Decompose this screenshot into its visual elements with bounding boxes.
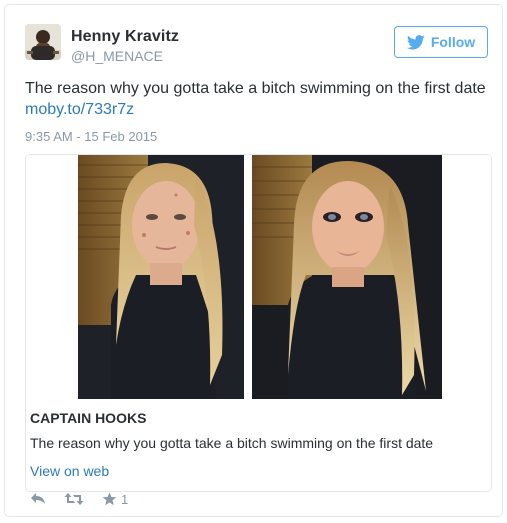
before-after-photo-icon bbox=[78, 155, 442, 399]
retweet-icon bbox=[64, 493, 84, 505]
card-description: The reason why you gotta take a bitch sw… bbox=[30, 435, 434, 451]
link-card[interactable]: CAPTAIN HOOKS The reason why you gotta t… bbox=[25, 154, 492, 492]
tweet-card: Henny Kravitz @H_MENACE Follow The reaso… bbox=[4, 4, 503, 517]
user-handle[interactable]: @H_MENACE bbox=[71, 48, 163, 64]
tweet-text: The reason why you gotta take a bitch sw… bbox=[25, 78, 490, 120]
twitter-bird-icon bbox=[406, 34, 425, 49]
avatar-photo-icon bbox=[25, 24, 61, 60]
card-image[interactable] bbox=[26, 155, 491, 399]
tweet-body: The reason why you gotta take a bitch sw… bbox=[25, 80, 486, 97]
user-avatar[interactable] bbox=[25, 24, 61, 60]
reply-button[interactable] bbox=[30, 492, 46, 506]
view-on-web-link[interactable]: View on web bbox=[30, 463, 109, 479]
reply-icon bbox=[31, 493, 45, 504]
favorite-button[interactable]: 1 bbox=[102, 492, 128, 507]
favorite-count: 1 bbox=[121, 491, 129, 507]
card-title: CAPTAIN HOOKS bbox=[30, 410, 147, 426]
user-name[interactable]: Henny Kravitz bbox=[71, 28, 179, 46]
star-icon bbox=[102, 492, 117, 506]
tweet-link[interactable]: moby.to/733r7z bbox=[25, 101, 134, 118]
retweet-button[interactable] bbox=[64, 492, 84, 506]
tweet-actions: 1 bbox=[30, 489, 128, 509]
tweet-timestamp[interactable]: 9:35 AM - 15 Feb 2015 bbox=[25, 129, 157, 144]
follow-label: Follow bbox=[430, 34, 476, 50]
follow-button[interactable]: Follow bbox=[394, 26, 488, 58]
